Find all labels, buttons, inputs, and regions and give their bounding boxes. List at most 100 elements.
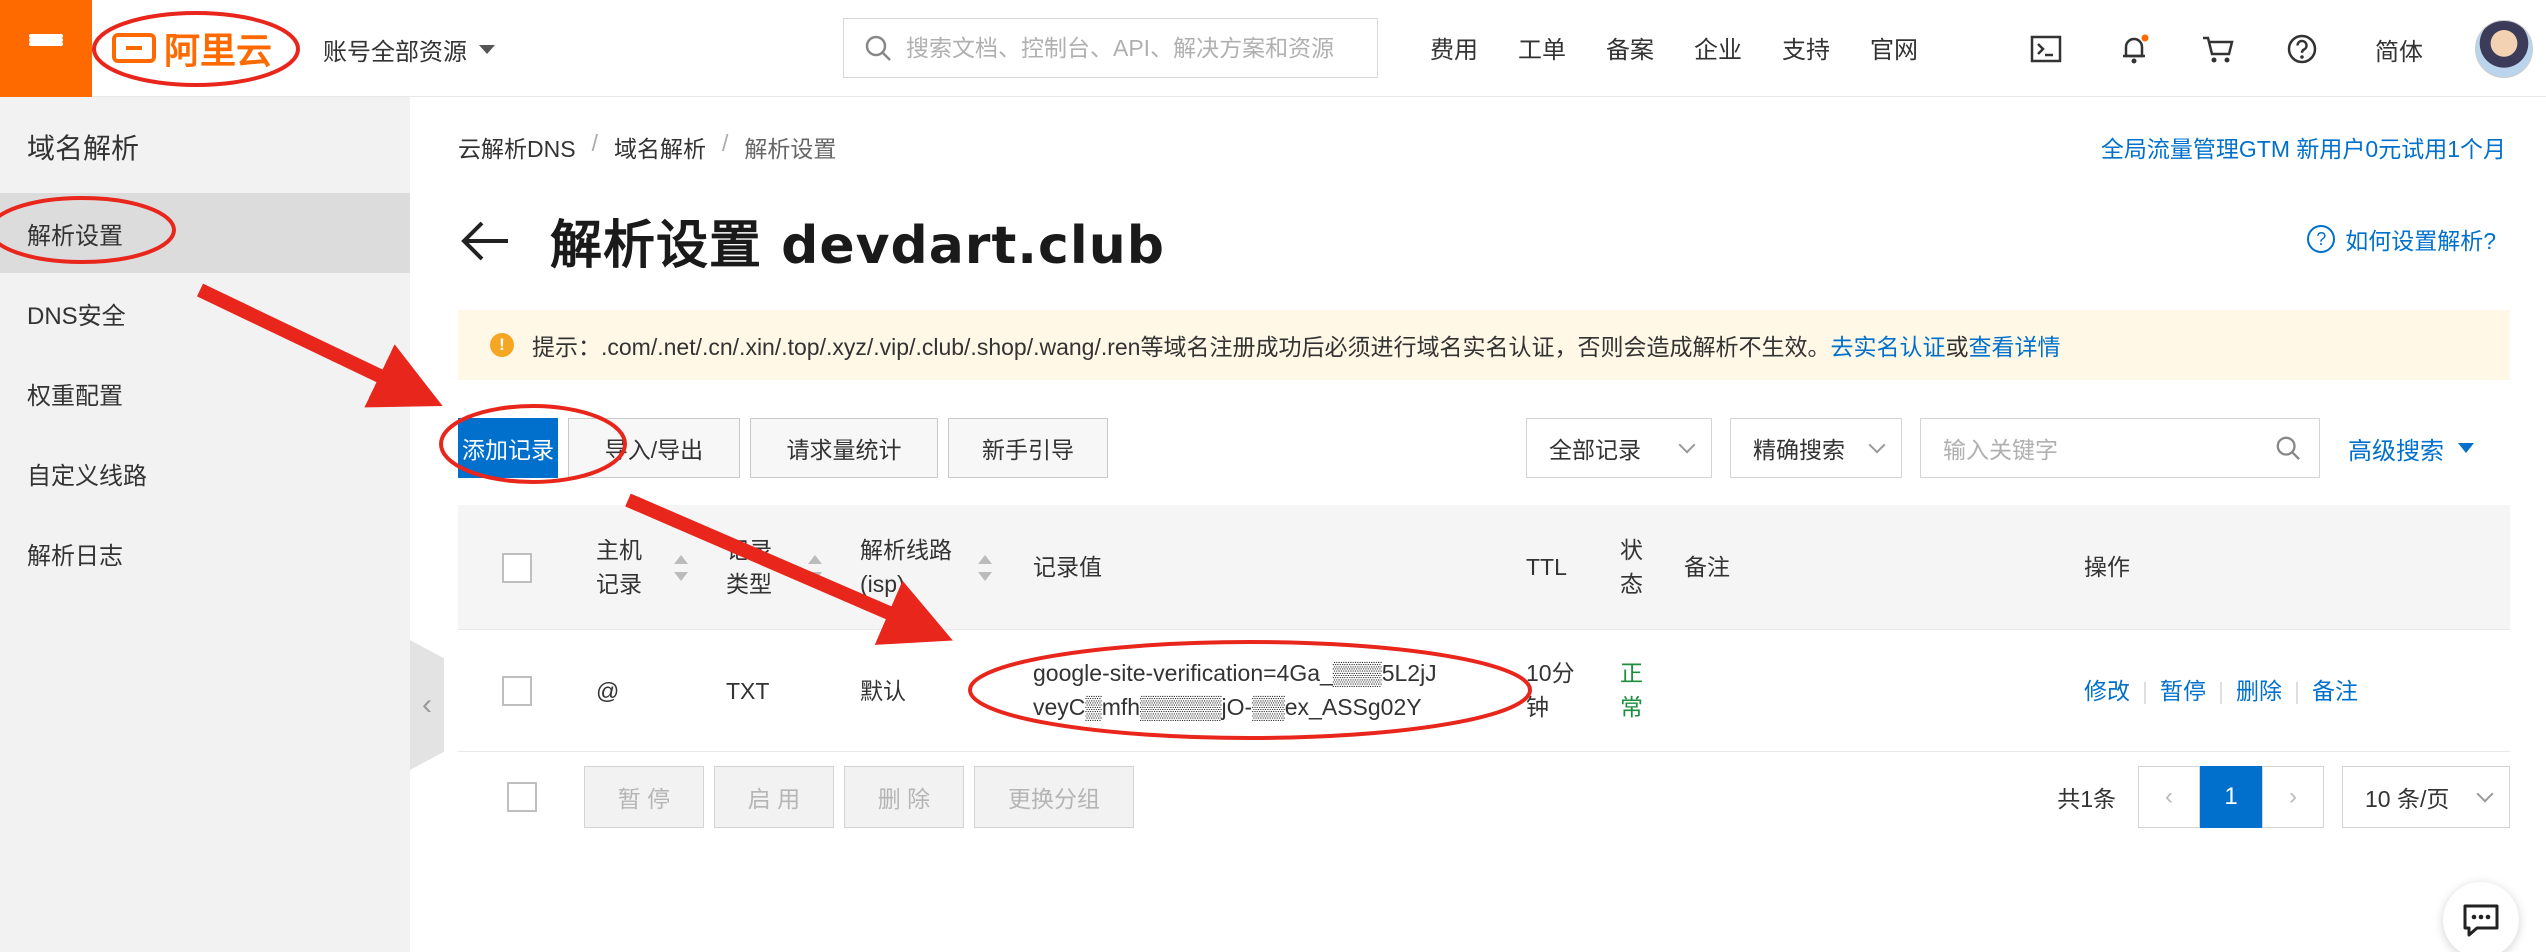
divider: | — [2142, 678, 2148, 704]
account-resource-dropdown[interactable]: 账号全部资源 — [323, 32, 495, 67]
sidebar-item-custom-line[interactable]: 自定义线路 — [0, 433, 410, 513]
table-header: 主机记录 记录类型 解析线路(isp) 记录值 TTL 状态 备注 操作 — [458, 505, 2510, 630]
next-page-button[interactable]: › — [2262, 766, 2324, 828]
col-host: 主机记录 — [596, 537, 642, 597]
select-all-checkbox[interactable] — [502, 553, 532, 583]
realname-verify-link[interactable]: 去实名认证 — [1830, 328, 1945, 362]
language-switch[interactable]: 简体 — [2375, 32, 2423, 67]
account-resource-label: 账号全部资源 — [323, 39, 467, 66]
back-arrow-icon[interactable] — [458, 213, 514, 269]
keyword-input[interactable]: 输入关键字 — [1920, 418, 2320, 478]
select-all-bottom-checkbox[interactable] — [507, 782, 537, 812]
avatar[interactable] — [2475, 20, 2533, 78]
sidebar: 域名解析 解析设置 DNS安全 权重配置 自定义线路 解析日志 — [0, 97, 410, 952]
pagination: 共1条 ‹ 1 › 10 条/页 — [2057, 766, 2510, 828]
col-type: 记录类型 — [726, 537, 772, 597]
breadcrumb-item-cloud-dns[interactable]: 云解析DNS — [458, 130, 576, 164]
how-to-configure-link[interactable]: ? 如何设置解析? — [2307, 222, 2496, 256]
sidebar-item-label: 权重配置 — [27, 382, 123, 410]
col-line: 解析线路(isp) — [860, 537, 952, 597]
cell-host: @ — [596, 678, 620, 704]
bulk-actions: 暂 停 启 用 删 除 更换分组 — [584, 766, 1144, 828]
cell-value-line2: veyC▒mfh▒▒▒▒▒jO-▒▒ex_ASSg02Y — [1033, 694, 1422, 720]
page-title: 解析设置 devdart.club — [550, 216, 1165, 276]
page-size-select[interactable]: 10 条/页 — [2342, 766, 2510, 828]
change-group-button[interactable]: 更换分组 — [974, 766, 1134, 828]
cell-status: 正常 — [1620, 660, 1643, 720]
chat-support-button[interactable] — [2443, 882, 2519, 952]
import-export-button[interactable]: 导入/导出 — [568, 418, 740, 478]
question-icon: ? — [2307, 225, 2336, 253]
sidebar-item-dns-security[interactable]: DNS安全 — [0, 273, 410, 353]
sort-icon[interactable] — [808, 555, 822, 581]
logo[interactable]: 阿里云 — [112, 20, 272, 76]
chevron-left-icon: ‹ — [422, 688, 432, 721]
search-icon[interactable] — [2275, 435, 2301, 461]
gtm-promo-link[interactable]: 全局流量管理GTM 新用户0元试用1个月 — [2101, 130, 2506, 164]
total-count: 共1条 — [2057, 786, 2116, 812]
chevron-right-icon: › — [2289, 783, 2297, 810]
prev-page-button[interactable]: ‹ — [2138, 766, 2200, 828]
nav-enterprise[interactable]: 企业 — [1694, 30, 1742, 65]
chevron-down-icon — [2476, 785, 2494, 803]
bulk-pause-button[interactable]: 暂 停 — [584, 766, 704, 828]
nav-support[interactable]: 支持 — [1782, 30, 1830, 65]
nav-ticket[interactable]: 工单 — [1518, 30, 1566, 65]
aliyun-logo-icon — [112, 33, 156, 63]
beginner-guide-button[interactable]: 新手引导 — [948, 418, 1108, 478]
col-value: 记录值 — [1033, 554, 1102, 580]
chevron-down-icon — [1868, 436, 1886, 454]
row-actions: 修改 | 暂停 | 删除 | 备注 — [2084, 674, 2358, 708]
record-type-select[interactable]: 全部记录 — [1526, 418, 1712, 478]
row-checkbox[interactable] — [502, 676, 532, 706]
sidebar-title: 域名解析 — [27, 133, 140, 164]
sidebar-item-dns-log[interactable]: 解析日志 — [0, 513, 410, 593]
nav-billing[interactable]: 费用 — [1430, 30, 1478, 65]
view-details-link[interactable]: 查看详情 — [1968, 328, 2060, 362]
breadcrumb-item-domain-resolution[interactable]: 域名解析 — [614, 130, 706, 164]
page-number-button[interactable]: 1 — [2200, 766, 2262, 828]
col-remark: 备注 — [1684, 554, 1730, 580]
breadcrumb-item-current: 解析设置 — [744, 136, 837, 162]
remark-record-link[interactable]: 备注 — [2312, 678, 2358, 704]
chevron-left-icon: ‹ — [2165, 783, 2173, 810]
request-stats-button[interactable]: 请求量统计 — [750, 418, 938, 478]
sidebar-item-label: DNS安全 — [27, 302, 126, 330]
page-header: 解析设置 devdart.club — [458, 203, 1165, 278]
global-search[interactable] — [843, 18, 1378, 78]
how-to-configure-label: 如何设置解析? — [2345, 228, 2496, 254]
top-bar: 阿里云 账号全部资源 费用 工单 备案 企业 支持 官网 简体 — [0, 0, 2546, 97]
search-mode-select[interactable]: 精确搜索 — [1730, 418, 1902, 478]
bulk-delete-button[interactable]: 删 除 — [844, 766, 964, 828]
nav-icp[interactable]: 备案 — [1606, 30, 1654, 65]
sidebar-item-weight[interactable]: 权重配置 — [0, 353, 410, 433]
add-record-button[interactable]: 添加记录 — [458, 418, 558, 478]
caret-down-icon — [2458, 443, 2474, 453]
table-footer: 暂 停 启 用 删 除 更换分组 共1条 ‹ 1 › 10 条/页 — [458, 760, 2510, 840]
sidebar-collapse-handle[interactable]: ‹ — [410, 640, 444, 770]
global-search-input[interactable] — [906, 34, 1366, 62]
realname-notice: ! 提示：.com/.net/.cn/.xin/.top/.xyz/.vip/.… — [458, 310, 2510, 380]
sidebar-item-label: 解析日志 — [27, 542, 123, 570]
bulk-enable-button[interactable]: 启 用 — [714, 766, 834, 828]
col-status: 状态 — [1620, 537, 1643, 597]
edit-record-link[interactable]: 修改 — [2084, 678, 2130, 704]
sidebar-item-dns-settings[interactable]: 解析设置 — [0, 193, 410, 273]
advanced-search-toggle[interactable]: 高级搜索 — [2348, 431, 2474, 466]
chevron-down-icon — [1678, 436, 1696, 454]
bell-icon[interactable] — [2116, 31, 2152, 67]
breadcrumb: 云解析DNS / 域名解析 / 解析设置 — [458, 130, 836, 164]
cart-icon[interactable] — [2200, 31, 2236, 67]
sort-icon[interactable] — [978, 555, 992, 581]
help-icon[interactable] — [2284, 31, 2320, 67]
cell-ttl: 10分钟 — [1526, 660, 1575, 720]
pause-record-link[interactable]: 暂停 — [2160, 678, 2206, 704]
top-nav: 费用 工单 备案 企业 支持 官网 — [1430, 30, 1958, 65]
nav-official-site[interactable]: 官网 — [1870, 30, 1918, 65]
terminal-icon[interactable] — [2028, 31, 2064, 67]
sort-icon[interactable] — [674, 555, 688, 581]
logo-text: 阿里云 — [164, 31, 273, 72]
menu-button[interactable] — [0, 0, 92, 97]
col-ttl: TTL — [1526, 554, 1567, 580]
delete-record-link[interactable]: 删除 — [2236, 678, 2282, 704]
